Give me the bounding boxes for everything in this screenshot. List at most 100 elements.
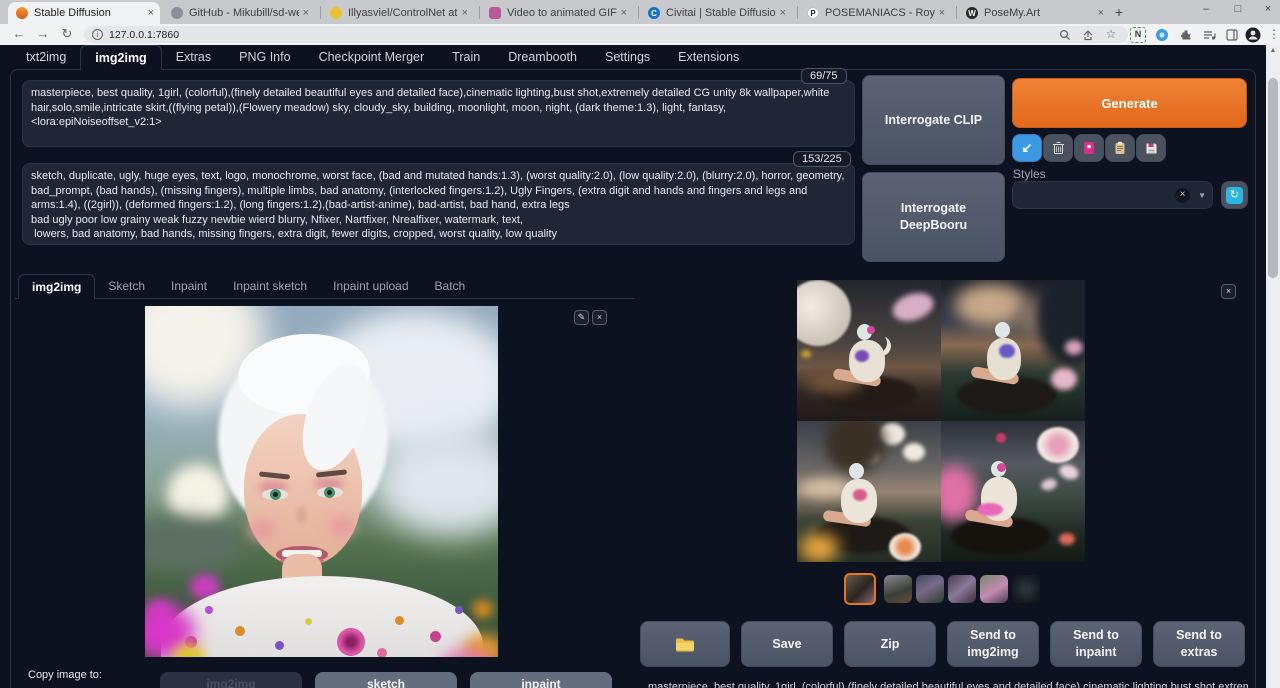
chevron-down-icon[interactable]: ▼ xyxy=(1198,191,1206,200)
apply-styles-button[interactable] xyxy=(1105,134,1135,162)
tab-close-icon[interactable]: × xyxy=(1098,7,1104,19)
browser-tab-civitai[interactable]: C Civitai | Stable Diffusion model... × xyxy=(640,2,792,24)
share-icon[interactable] xyxy=(1080,27,1096,43)
sidebar-toggle-icon[interactable] xyxy=(1224,27,1240,43)
copy-to-img2img-button[interactable]: img2img xyxy=(160,672,302,688)
generate-button[interactable]: Generate xyxy=(1012,78,1247,128)
browser-tab-posemaniacs[interactable]: P POSEMANIACS - Royalty free 3... × xyxy=(799,2,951,24)
bookmark-star-icon[interactable]: ☆ xyxy=(1103,27,1119,43)
tab-extras[interactable]: Extras xyxy=(162,45,225,70)
tab-dreambooth[interactable]: Dreambooth xyxy=(494,45,591,70)
send-to-inpaint-button[interactable]: Send to inpaint xyxy=(1050,621,1142,667)
tab-title: Civitai | Stable Diffusion model... xyxy=(666,7,776,19)
tab-inpaint-sketch[interactable]: Inpaint sketch xyxy=(220,274,320,299)
back-button[interactable]: ← xyxy=(10,26,28,43)
gallery-thumbnail-6[interactable] xyxy=(1012,575,1040,603)
forward-button[interactable]: → xyxy=(34,26,52,43)
clipboard-icon xyxy=(1114,141,1126,155)
send-img2img-label: Send to img2img xyxy=(962,627,1024,661)
browser-menu-icon[interactable]: ⋮ xyxy=(1266,27,1280,43)
interrogate-clip-label: Interrogate CLIP xyxy=(885,112,982,129)
tab-sketch[interactable]: Sketch xyxy=(95,274,158,299)
profile-avatar[interactable] xyxy=(1245,27,1261,43)
interrogate-deepbooru-button[interactable]: Interrogate DeepBooru xyxy=(862,172,1005,262)
scroll-up-button[interactable]: ▲ xyxy=(1266,45,1280,57)
zip-button[interactable]: Zip xyxy=(844,621,936,667)
copy-to-inpaint-button[interactable]: inpaint xyxy=(470,672,612,688)
clear-image-button[interactable]: × xyxy=(592,310,607,325)
tab-img2img-mode[interactable]: img2img xyxy=(18,274,95,299)
open-folder-button[interactable] xyxy=(640,621,730,667)
tab-inpaint[interactable]: Inpaint xyxy=(158,274,220,299)
gallery-thumbnail-4[interactable] xyxy=(948,575,976,603)
reload-button[interactable]: ↻ xyxy=(58,26,76,43)
tab-close-icon[interactable]: × xyxy=(939,7,945,19)
edit-image-button[interactable]: ✎ xyxy=(574,310,589,325)
tab-close-icon[interactable]: × xyxy=(780,7,786,19)
browser-tab-github[interactable]: GitHub - Mikubill/sd-webui-co... × xyxy=(163,2,315,24)
save-button[interactable]: Save xyxy=(741,621,833,667)
browser-toolbar: ← → ↻ i 127.0.0.1:7860 ☆ N ⋮ xyxy=(0,24,1280,45)
tab-settings[interactable]: Settings xyxy=(591,45,664,70)
tab-close-icon[interactable]: × xyxy=(621,7,627,19)
folder-icon xyxy=(675,637,695,652)
tab-separator xyxy=(320,6,321,19)
window-close-button[interactable]: × xyxy=(1258,3,1278,15)
browser-tab-controlnet[interactable]: Illyasviel/ControlNet at main × xyxy=(322,2,474,24)
clear-prompt-button[interactable] xyxy=(1043,134,1073,162)
source-image-preview xyxy=(145,306,498,657)
send-to-extras-button[interactable]: Send to extras xyxy=(1153,621,1245,667)
negative-prompt-input[interactable]: sketch, duplicate, ugly, huge eyes, text… xyxy=(22,163,855,245)
tab-txt2img[interactable]: txt2img xyxy=(12,45,80,70)
minimize-button[interactable]: – xyxy=(1196,3,1216,15)
gallery-thumbnail-1[interactable] xyxy=(844,573,876,605)
styles-dropdown[interactable]: × ▼ xyxy=(1012,181,1213,209)
url-bar[interactable]: i 127.0.0.1:7860 xyxy=(84,26,1128,43)
save-style-button[interactable] xyxy=(1136,134,1166,162)
browser-tab-posemyart[interactable]: W PoseMy.Art × xyxy=(958,2,1110,24)
tab-png-info[interactable]: PNG Info xyxy=(225,45,304,70)
tab-close-icon[interactable]: × xyxy=(303,7,309,19)
send-to-img2img-button[interactable]: Send to img2img xyxy=(947,621,1039,667)
gallery-thumbnail-3[interactable] xyxy=(916,575,944,603)
close-icon: × xyxy=(1226,286,1231,296)
img2img-mode-tabs: img2img Sketch Inpaint Inpaint sketch In… xyxy=(18,274,478,299)
civitai-favicon: C xyxy=(648,7,660,19)
maximize-button[interactable]: □ xyxy=(1228,3,1248,15)
gallery-thumbnail-5[interactable] xyxy=(980,575,1008,603)
gallery-grid-image[interactable] xyxy=(797,280,1085,562)
extra-networks-button[interactable] xyxy=(1074,134,1104,162)
clear-styles-icon[interactable]: × xyxy=(1175,188,1190,203)
site-info-icon[interactable]: i xyxy=(92,29,103,40)
url-text: 127.0.0.1:7860 xyxy=(109,29,179,41)
gallery-thumbnail-2[interactable] xyxy=(884,575,912,603)
zoom-icon[interactable] xyxy=(1057,27,1073,43)
tab-img2img[interactable]: img2img xyxy=(80,45,161,70)
extension-n-icon[interactable]: N xyxy=(1130,27,1146,43)
extension-blue-circle-icon[interactable] xyxy=(1154,27,1170,43)
tab-close-icon[interactable]: × xyxy=(462,7,468,19)
extensions-puzzle-icon[interactable] xyxy=(1178,27,1194,43)
playlist-icon[interactable] xyxy=(1201,27,1217,43)
tab-title: Video to animated GIF converter xyxy=(507,7,617,19)
paste-arrow-icon: ↙ xyxy=(1022,140,1033,156)
subtab-divider xyxy=(15,298,635,299)
tab-batch[interactable]: Batch xyxy=(422,274,479,299)
tab-train[interactable]: Train xyxy=(438,45,494,70)
gallery-close-button[interactable]: × xyxy=(1221,284,1236,299)
new-tab-button[interactable]: + xyxy=(1110,4,1128,22)
tab-inpaint-upload[interactable]: Inpaint upload xyxy=(320,274,421,299)
prompt-input[interactable]: masterpiece, best quality, 1girl, (color… xyxy=(22,80,855,147)
interrogate-clip-button[interactable]: Interrogate CLIP xyxy=(862,75,1005,165)
tab-checkpoint-merger[interactable]: Checkpoint Merger xyxy=(305,45,439,70)
tab-close-icon[interactable]: × xyxy=(148,7,154,19)
copy-to-sketch-button[interactable]: sketch xyxy=(315,672,457,688)
paste-generation-params-button[interactable]: ↙ xyxy=(1012,134,1042,162)
tab-separator xyxy=(479,6,480,19)
browser-tab-stable-diffusion[interactable]: Stable Diffusion × xyxy=(8,2,160,24)
scrollbar-thumb[interactable] xyxy=(1268,78,1278,278)
browser-tab-gif-converter[interactable]: Video to animated GIF converter × xyxy=(481,2,633,24)
tab-extensions[interactable]: Extensions xyxy=(664,45,753,70)
floppy-disk-icon xyxy=(1145,142,1158,155)
refresh-styles-button[interactable]: ↻ xyxy=(1221,181,1248,209)
